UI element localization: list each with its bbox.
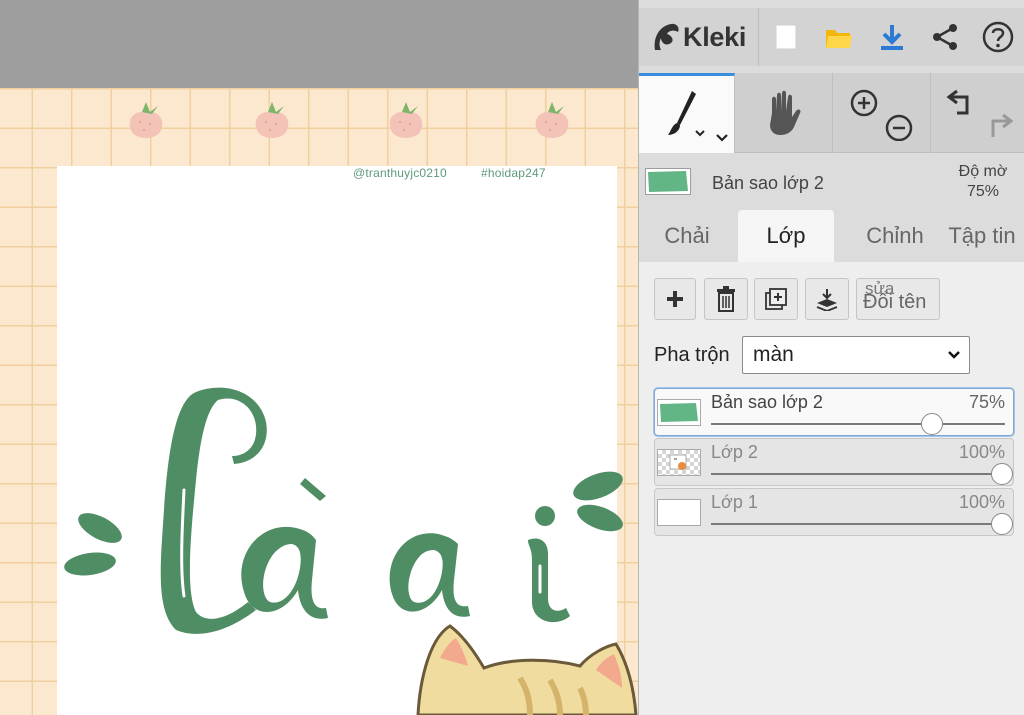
blend-mode-row: Pha trộn màn (654, 336, 970, 374)
download-icon (880, 25, 903, 50)
layer-opacity-slider[interactable] (711, 523, 1005, 525)
layer-name: Lớp 1 (711, 492, 758, 512)
current-layer-name: Bản sao lớp 2 (712, 173, 824, 193)
merge-down-button[interactable] (805, 278, 849, 320)
brush-icon (667, 90, 705, 136)
app-name: Kleki (683, 21, 747, 52)
hand-lettering-artwork (64, 387, 623, 634)
current-layer-info: Bản sao lớp 2 Độ mờ 75% (639, 156, 1024, 208)
new-image-button[interactable] (759, 8, 812, 66)
side-panel: Kleki Bản sao lớp 2 Độ mờ 75% Chải Lớp C… (638, 0, 1024, 715)
tab-brush[interactable]: Chải (651, 210, 723, 262)
tab-file[interactable]: Tập tin (939, 210, 1024, 262)
layer-name: Bản sao lớp 2 (711, 392, 823, 412)
blend-mode-select[interactable]: màn (742, 336, 970, 374)
green-swatch-icon (648, 171, 688, 192)
duplicate-icon (765, 288, 787, 310)
redo-icon[interactable] (991, 113, 1013, 137)
download-button[interactable] (865, 8, 918, 66)
green-swatch-icon (660, 403, 698, 422)
hashtag-credit: #hoidap247 (481, 166, 546, 180)
layer-item-ban-sao-lop-2[interactable]: Bản sao lớp 2 75% (654, 388, 1014, 436)
layer-thumbnail (657, 499, 701, 526)
hand-tool-button[interactable] (735, 73, 833, 153)
tab-adjust[interactable]: Chỉnh (845, 210, 945, 262)
hand-icon (769, 90, 801, 135)
merge-down-icon (816, 289, 838, 311)
rename-label: Đổi tên (863, 291, 927, 313)
kleki-logo[interactable]: Kleki (639, 8, 759, 66)
opacity-label: Độ mờ (958, 163, 1008, 180)
layer-opacity-knob[interactable] (991, 513, 1013, 535)
kleki-logo-icon (654, 23, 679, 50)
layer-opacity: 100% (958, 492, 1005, 512)
layer-thumbnail (657, 449, 701, 476)
blend-mode-value: màn (753, 343, 794, 366)
blend-mode-label: Pha trộn (654, 343, 730, 366)
layer-opacity: 75% (968, 392, 1005, 412)
undo-icon[interactable] (946, 89, 969, 115)
open-folder-icon (825, 30, 852, 48)
strawberry-decoration (255, 102, 289, 138)
layers-tab-content: sửa Đổi tên Pha trộn màn Bản sao lớp 2 7… (639, 262, 1024, 715)
undo-redo-group (931, 73, 1024, 153)
open-file-button[interactable] (812, 8, 865, 66)
layer-opacity-knob[interactable] (991, 463, 1013, 485)
zoom-tool-group (833, 73, 931, 153)
top-toolbar: Kleki (639, 8, 1024, 66)
strawberry-decoration (389, 102, 423, 138)
artwork-thumbnail-icon (669, 454, 687, 470)
share-button[interactable] (918, 8, 971, 66)
help-button[interactable] (971, 8, 1024, 66)
duplicate-layer-button[interactable] (754, 278, 798, 320)
chevron-down-icon[interactable] (715, 133, 729, 143)
layer-opacity: 100% (958, 442, 1005, 462)
zoom-out-icon[interactable] (885, 114, 912, 141)
author-credit: @tranthuyjc0210 (353, 166, 447, 180)
opacity-readout: Độ mờ 75% (953, 162, 1013, 202)
share-icon (932, 24, 957, 50)
help-icon (982, 21, 1013, 53)
opacity-value: 75% (966, 183, 1000, 200)
layer-item-lop-1[interactable]: Lớp 1 100% (654, 488, 1014, 536)
layer-thumbnail (657, 399, 701, 426)
chevron-down-icon (947, 337, 961, 373)
layer-opacity-knob[interactable] (920, 413, 943, 435)
new-image-icon (775, 24, 796, 50)
drawing-canvas[interactable]: @tranthuyjc0210 #hoidap247 (0, 0, 638, 715)
zoom-icons (850, 89, 912, 141)
delete-layer-button[interactable] (704, 278, 748, 320)
layer-opacity-slider[interactable] (711, 423, 1005, 425)
zoom-in-icon[interactable] (850, 89, 877, 117)
layer-name: Lớp 2 (711, 442, 758, 462)
strawberry-decoration (535, 102, 569, 138)
undo-redo-icons (946, 89, 1013, 137)
panel-tabs: Chải Lớp Chỉnh Tập tin (639, 210, 1024, 262)
layer-item-lop-2[interactable]: Lớp 2 100% (654, 438, 1014, 486)
trash-icon (717, 286, 735, 312)
cat-illustration (416, 624, 638, 715)
tool-row (639, 73, 1024, 153)
current-layer-thumbnail (645, 168, 691, 195)
layer-opacity-slider[interactable] (711, 473, 1005, 475)
tab-layers[interactable]: Lớp (738, 210, 834, 262)
rename-layer-button[interactable]: sửa Đổi tên (856, 278, 940, 320)
strawberry-decoration (129, 102, 163, 138)
add-layer-button[interactable] (654, 278, 696, 320)
plus-icon (667, 291, 683, 307)
